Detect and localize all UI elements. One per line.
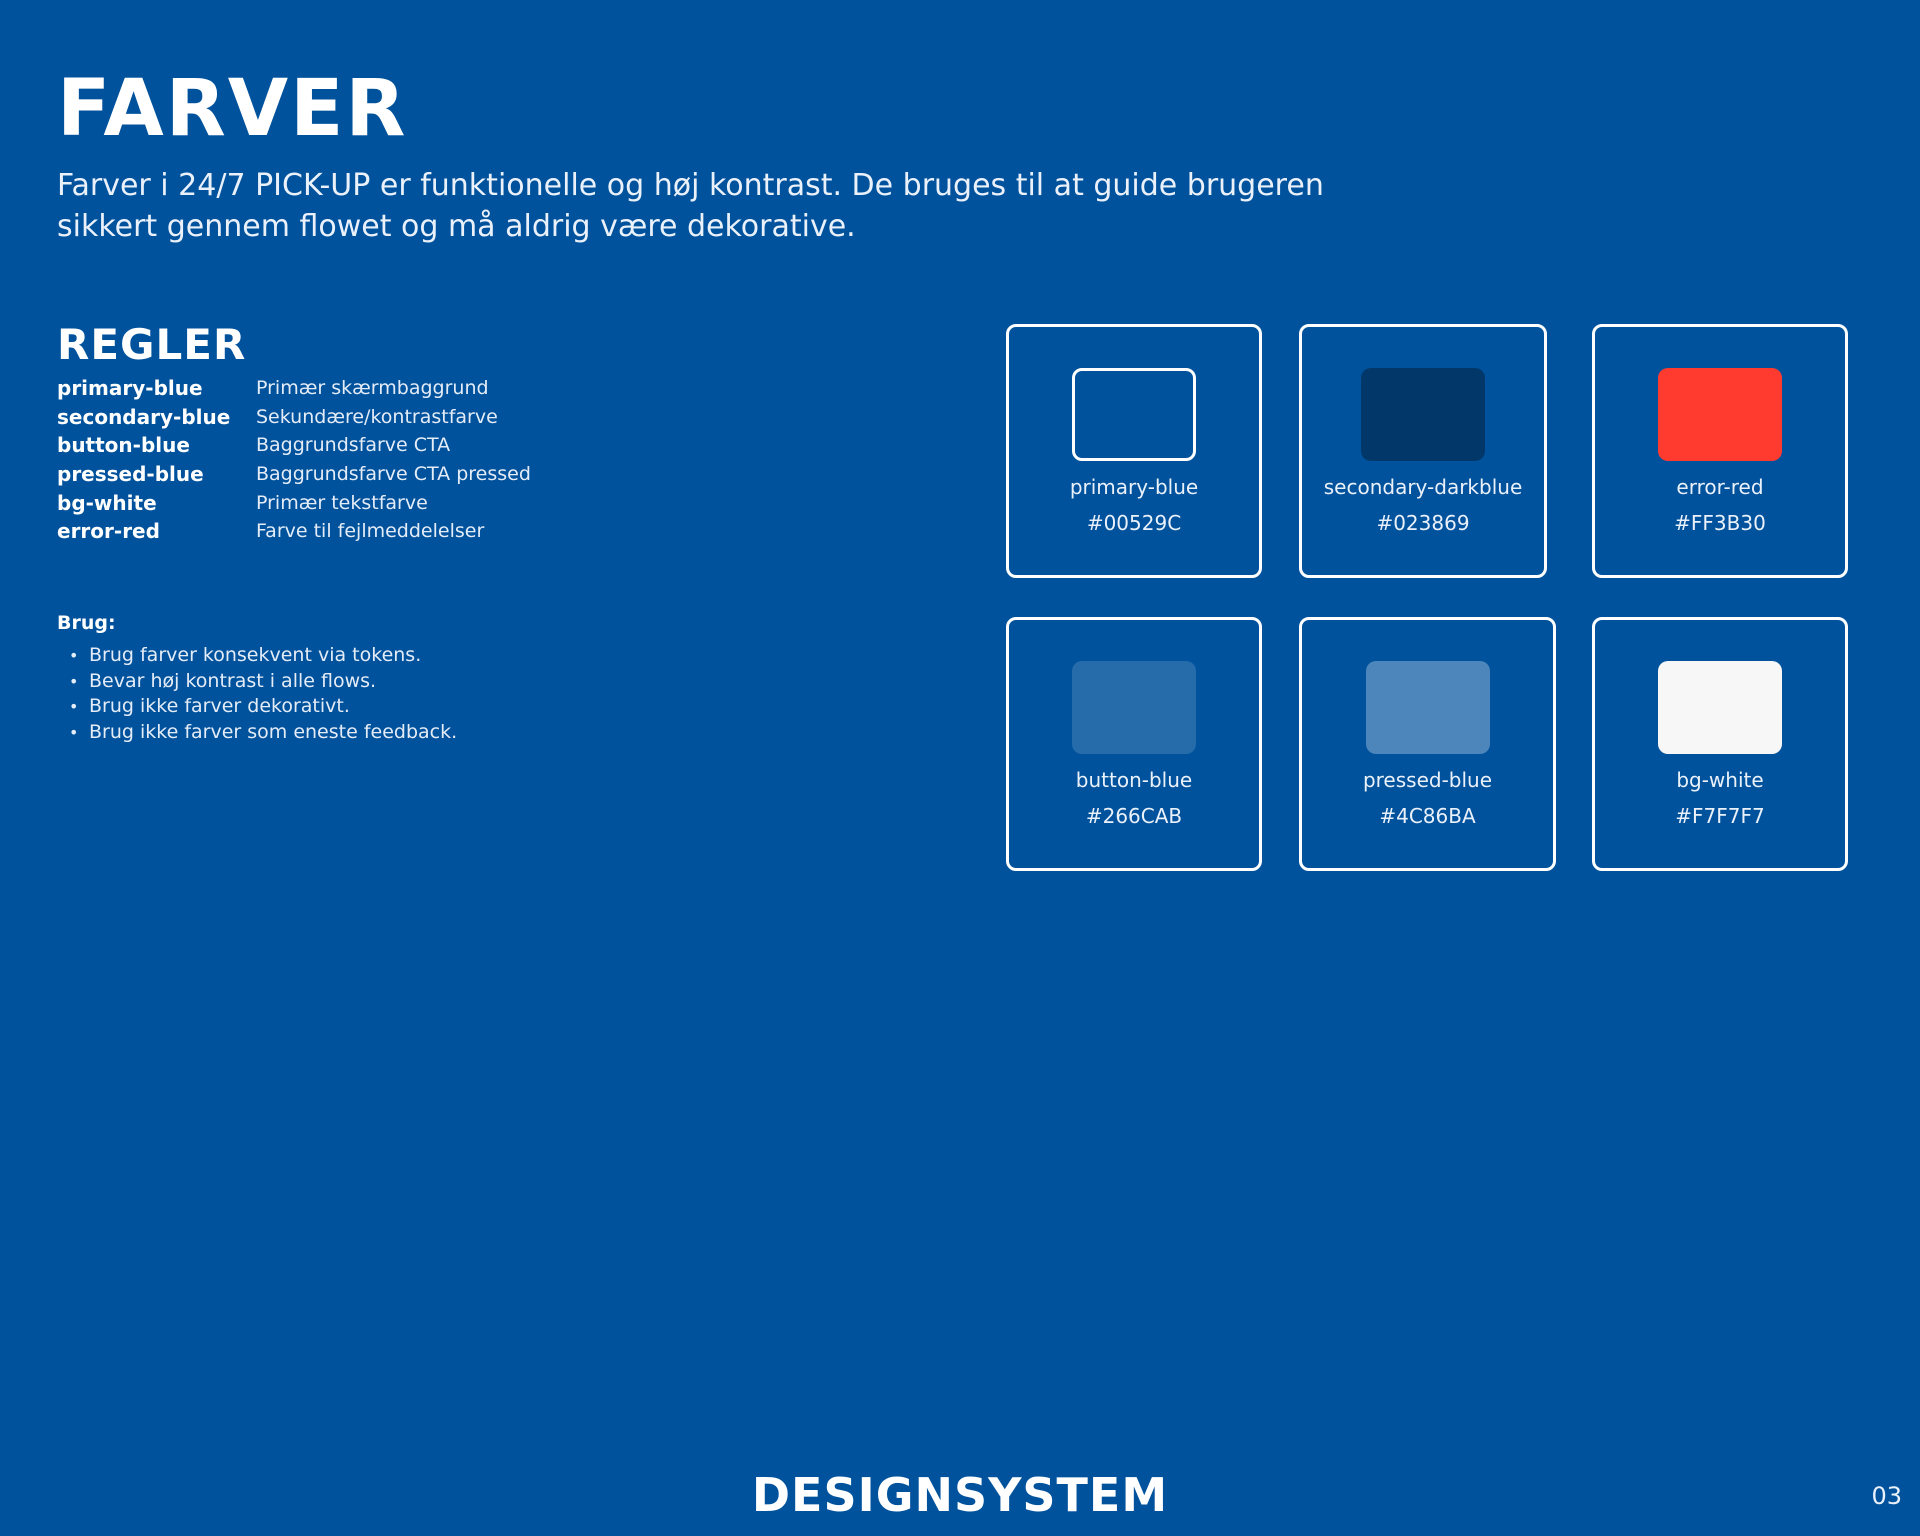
token-row: error-red Farve til fejlmeddelelser — [57, 517, 757, 546]
usage-item: Brug ikke farver dekorativt. — [57, 694, 457, 720]
swatch-hex: #266CAB — [1085, 804, 1183, 828]
intro-text: Farver i 24/7 PICK-UP er funktionelle og… — [57, 168, 1324, 244]
swatch-name: bg-white — [1676, 768, 1764, 792]
swatch-card-secondary-darkblue: secondary-darkblue #023869 — [1299, 324, 1547, 578]
color-swatch — [1072, 368, 1196, 461]
swatch-hex: #023869 — [1376, 511, 1470, 535]
color-swatch — [1072, 661, 1196, 754]
swatch-card-bg-white: bg-white #F7F7F7 — [1592, 617, 1848, 871]
swatch-name: primary-blue — [1069, 475, 1199, 499]
color-swatch — [1365, 661, 1490, 754]
usage-item: Brug farver konsekvent via tokens. — [57, 643, 457, 669]
token-name: pressed-blue — [57, 462, 204, 487]
rules-heading: REGLER — [57, 320, 247, 369]
swatch-name: error-red — [1676, 475, 1764, 499]
usage-list: Brug farver konsekvent via tokens. Bevar… — [57, 643, 457, 745]
usage-heading: Brug: — [57, 612, 116, 634]
swatch-name: button-blue — [1075, 768, 1193, 792]
swatch-name: secondary-darkblue — [1323, 475, 1523, 499]
swatch-hex: #F7F7F7 — [1675, 804, 1765, 828]
usage-item: Brug ikke farver som eneste feedback. — [57, 720, 457, 746]
token-row: secondary-blue Sekundære/kontrastfarve — [57, 403, 757, 432]
token-description: Baggrundsfarve CTA — [256, 434, 451, 457]
color-swatch — [1658, 661, 1782, 754]
token-name: primary-blue — [57, 376, 203, 401]
token-description: Farve til fejlmeddelelser — [256, 520, 485, 543]
token-row: button-blue Baggrundsfarve CTA — [57, 431, 757, 460]
footer-title: DESIGNSYSTEM — [751, 1468, 1169, 1522]
swatch-card-error-red: error-red #FF3B30 — [1592, 324, 1848, 578]
token-name: secondary-blue — [57, 404, 231, 429]
token-list: primary-blue Primær skærmbaggrund second… — [57, 374, 757, 546]
swatch-card-pressed-blue: pressed-blue #4C86BA — [1299, 617, 1556, 871]
color-swatch — [1658, 368, 1782, 461]
swatch-name: pressed-blue — [1362, 768, 1493, 792]
token-row: pressed-blue Baggrundsfarve CTA pressed — [57, 460, 757, 489]
token-name: bg-white — [57, 490, 157, 515]
page-title: FARVER — [57, 64, 408, 154]
token-description: Primær tekstfarve — [256, 491, 428, 514]
token-row: primary-blue Primær skærmbaggrund — [57, 374, 757, 403]
swatch-card-primary-blue: primary-blue #00529C — [1006, 324, 1262, 578]
swatch-hex: #4C86BA — [1379, 804, 1476, 828]
swatch-hex: #00529C — [1086, 511, 1182, 535]
token-description: Primær skærmbaggrund — [256, 377, 489, 400]
color-swatch — [1361, 368, 1485, 461]
token-row: bg-white Primær tekstfarve — [57, 488, 757, 517]
token-name: button-blue — [57, 433, 190, 458]
swatch-hex: #FF3B30 — [1674, 511, 1766, 535]
usage-item: Bevar høj kontrast i alle flows. — [57, 669, 457, 695]
token-description: Baggrundsfarve CTA pressed — [256, 463, 531, 486]
page-number: 03 — [1871, 1482, 1902, 1510]
token-description: Sekundære/kontrastfarve — [256, 405, 498, 428]
token-name: error-red — [57, 519, 160, 544]
swatch-card-button-blue: button-blue #266CAB — [1006, 617, 1262, 871]
